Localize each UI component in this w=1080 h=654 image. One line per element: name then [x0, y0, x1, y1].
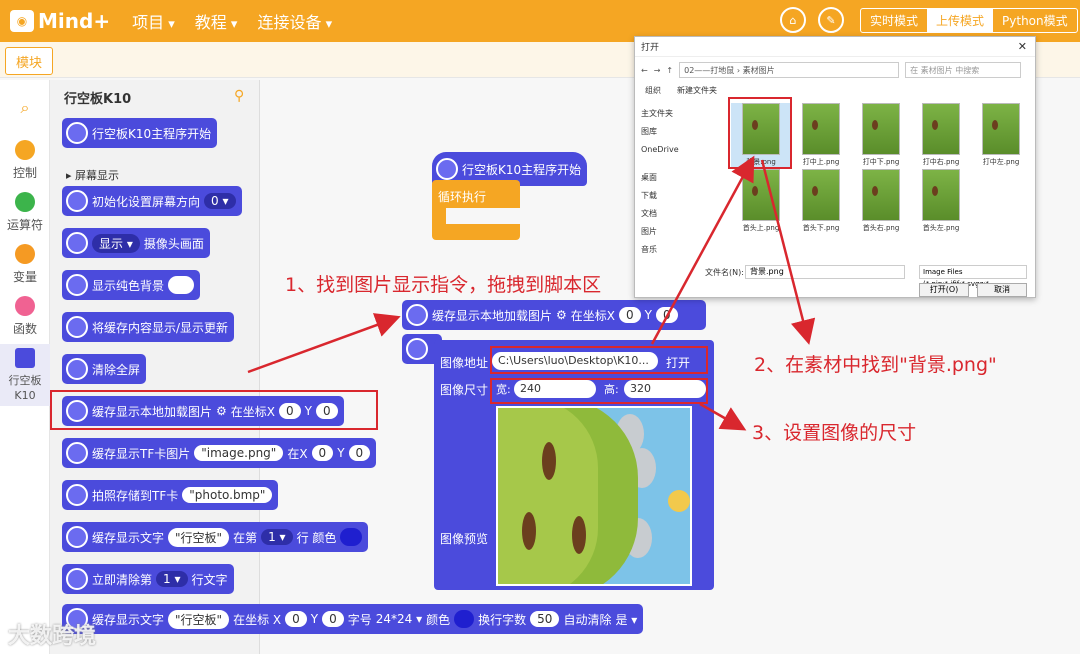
arrow-2b — [760, 159, 816, 345]
annotation-step3: 3、设置图像的尺寸 — [752, 422, 917, 444]
arrow-1 — [247, 313, 401, 374]
annotation-step1: 1、找到图片显示指令，拖拽到脚本区 — [285, 274, 602, 296]
arrow-3 — [699, 402, 747, 431]
arrow-2a — [650, 155, 755, 345]
annotation-arrows — [247, 155, 816, 431]
annotation-step2: 2、在素材中找到"背景.png" — [754, 354, 997, 376]
watermark: 大数跨境 — [8, 624, 97, 649]
